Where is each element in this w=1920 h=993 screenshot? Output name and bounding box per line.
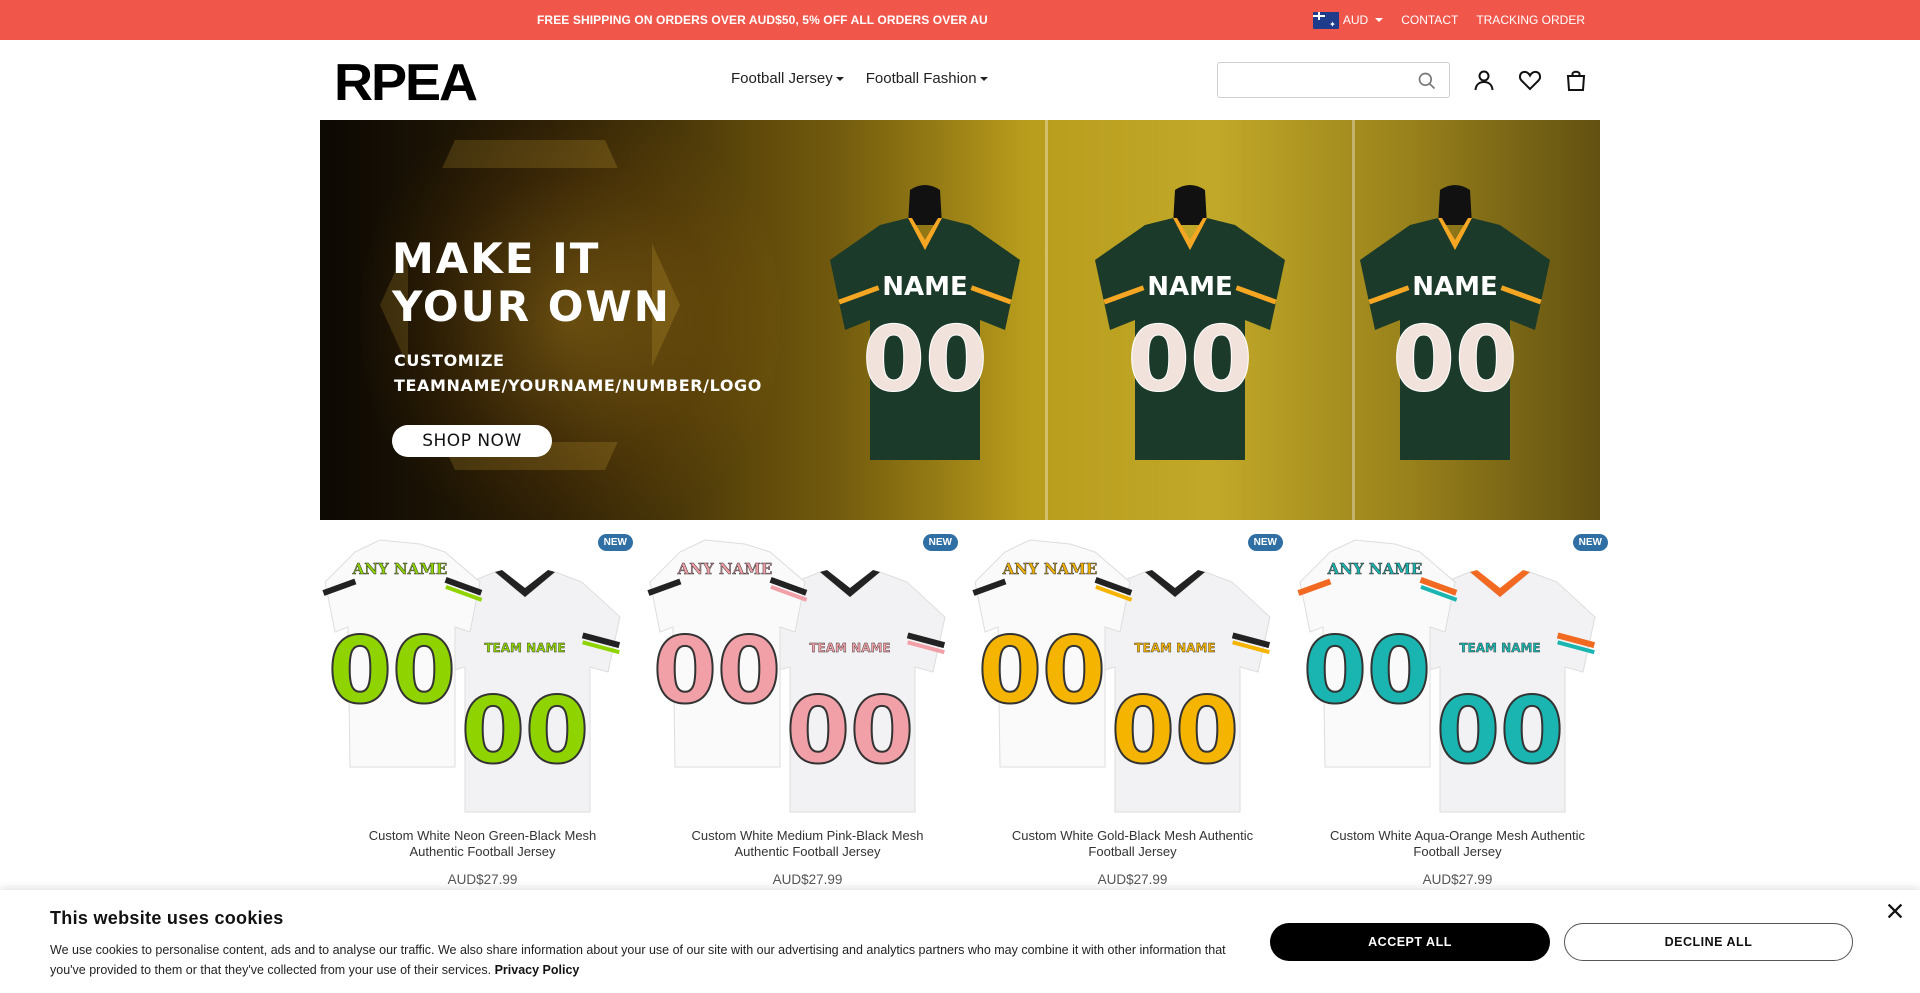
contact-link[interactable]: CONTACT [1401, 13, 1458, 27]
currency-label: AUD [1342, 13, 1369, 27]
new-badge: NEW [922, 534, 958, 551]
account-icon[interactable] [1472, 68, 1496, 92]
hero-jersey-1: NAME 00 [830, 185, 1020, 460]
product-price: AUD$27.99 [447, 872, 518, 887]
decline-all-button[interactable]: DECLINE ALL [1564, 923, 1853, 961]
cookie-body: We use cookies to personalise content, a… [50, 943, 1226, 977]
hero-title: MAKE IT YOUR OWN [392, 235, 671, 331]
product-price: AUD$27.99 [1422, 872, 1493, 887]
back-team-text: TEAM NAME [1134, 641, 1215, 655]
product-title[interactable]: Custom White Neon Green-Black Mesh Authe… [320, 828, 645, 862]
front-number-text: 00 [328, 617, 456, 724]
hero-banner[interactable]: NAME 00 NAME 00 NAME 00 MAKE IT YOUR OWN… [320, 120, 1600, 520]
jersey-number-text: 00 [862, 307, 987, 412]
hero-subtitle-line-2: TEAMNAME/YOURNAME/NUMBER/LOGO [394, 376, 762, 395]
nav-item-label: Football Jersey [731, 70, 833, 87]
cart-bag-icon[interactable] [1564, 68, 1588, 92]
cookie-text: We use cookies to personalise content, a… [50, 940, 1230, 980]
search-box [1217, 62, 1450, 98]
back-number-text: 00 [786, 677, 914, 784]
jersey-name-text: NAME [1412, 272, 1498, 302]
product-price: AUD$27.99 [772, 872, 843, 887]
product-price: AUD$27.99 [1097, 872, 1168, 887]
chevron-down-icon [979, 76, 988, 81]
product-grid: TEAM NAME 00 ANY NAME 00 NEW Custom Whit… [320, 522, 1608, 887]
product-card[interactable]: TEAM NAME 00 ANY NAME 00 NEW Custom Whit… [320, 522, 645, 887]
tracking-order-link[interactable]: TRACKING ORDER [1476, 13, 1585, 27]
back-number-text: 00 [461, 677, 589, 784]
chevron-down-icon [1375, 18, 1384, 22]
site-header: RPEA Football Jersey Football Fashion [0, 40, 1920, 120]
back-number-text: 00 [1436, 677, 1564, 784]
currency-selector[interactable]: AUD [1312, 11, 1384, 29]
jersey-number-text: 00 [1127, 307, 1252, 412]
jersey-image: TEAM NAME 00 ANY NAME 00 [322, 539, 621, 813]
jersey-name-text: NAME [882, 272, 968, 302]
shop-now-button[interactable]: SHOP NOW [392, 425, 552, 457]
chevron-down-icon [835, 76, 844, 81]
hero-title-line-2: YOUR OWN [392, 282, 671, 331]
promo-text: FREE SHIPPING ON ORDERS OVER AUD$50, 5% … [537, 13, 988, 27]
jersey-number-text: 00 [1392, 307, 1517, 412]
cookie-title: This website uses cookies [50, 908, 284, 928]
new-badge: NEW [1247, 534, 1283, 551]
hero-jersey-3: NAME 00 [1360, 185, 1550, 460]
back-team-text: TEAM NAME [1459, 641, 1540, 655]
nav-football-fashion[interactable]: Football Fashion [866, 70, 988, 87]
cookie-banner: This website uses cookies We use cookies… [0, 890, 1920, 993]
front-name-text: ANY NAME [1327, 560, 1423, 578]
announcement-bar: FREE SHIPPING ON ORDERS OVER AUD$50, 5% … [0, 0, 1920, 40]
wishlist-heart-icon[interactable] [1518, 68, 1542, 92]
product-image[interactable]: TEAM NAME 00 ANY NAME 00 NEW [1295, 522, 1620, 822]
back-team-text: TEAM NAME [484, 641, 565, 655]
new-badge: NEW [597, 534, 633, 551]
front-name-text: ANY NAME [1002, 560, 1098, 578]
jersey-image: TEAM NAME 00 ANY NAME 00 [647, 539, 946, 813]
back-number-text: 00 [1111, 677, 1239, 784]
product-card[interactable]: TEAM NAME 00 ANY NAME 00 NEW Custom Whit… [1295, 522, 1620, 887]
jersey-image: TEAM NAME 00 ANY NAME 00 [972, 539, 1271, 813]
close-icon[interactable] [1884, 900, 1906, 922]
jersey-name-text: NAME [1147, 272, 1233, 302]
accept-all-button[interactable]: ACCEPT ALL [1270, 923, 1550, 961]
front-number-text: 00 [653, 617, 781, 724]
nav-item-label: Football Fashion [865, 70, 977, 87]
hero-jersey-2: NAME 00 [1095, 185, 1285, 460]
main-nav: Football Jersey Football Fashion [731, 70, 988, 87]
front-name-text: ANY NAME [677, 560, 773, 578]
hero-subtitle: CUSTOMIZE TEAMNAME/YOURNAME/NUMBER/LOGO [394, 348, 762, 398]
search-input[interactable] [1218, 63, 1398, 97]
header-icons [1472, 68, 1588, 92]
front-name-text: ANY NAME [352, 560, 448, 578]
product-image[interactable]: TEAM NAME 00 ANY NAME 00 NEW [320, 522, 645, 822]
australia-flag-icon [1312, 11, 1339, 29]
hero-subtitle-line-1: CUSTOMIZE [394, 351, 505, 370]
topbar-links: AUD CONTACT TRACKING ORDER [1312, 0, 1585, 40]
front-number-text: 00 [978, 617, 1106, 724]
privacy-policy-link[interactable]: Privacy Policy [495, 963, 580, 977]
product-title[interactable]: Custom White Aqua-Orange Mesh Authentic … [1295, 828, 1620, 862]
product-card[interactable]: TEAM NAME 00 ANY NAME 00 NEW Custom Whit… [970, 522, 1295, 887]
product-title[interactable]: Custom White Gold-Black Mesh Authentic F… [970, 828, 1295, 862]
front-number-text: 00 [1303, 617, 1431, 724]
product-image[interactable]: TEAM NAME 00 ANY NAME 00 NEW [645, 522, 970, 822]
site-logo[interactable]: RPEA [334, 57, 478, 109]
back-team-text: TEAM NAME [809, 641, 890, 655]
jersey-image: TEAM NAME 00 ANY NAME 00 [1297, 539, 1596, 813]
product-card[interactable]: TEAM NAME 00 ANY NAME 00 NEW Custom Whit… [645, 522, 970, 887]
product-title[interactable]: Custom White Medium Pink-Black Mesh Auth… [645, 828, 970, 862]
search-icon[interactable] [1417, 71, 1437, 91]
new-badge: NEW [1572, 534, 1608, 551]
product-image[interactable]: TEAM NAME 00 ANY NAME 00 NEW [970, 522, 1295, 822]
nav-football-jersey[interactable]: Football Jersey [731, 70, 844, 87]
hero-title-line-1: MAKE IT [392, 234, 601, 283]
